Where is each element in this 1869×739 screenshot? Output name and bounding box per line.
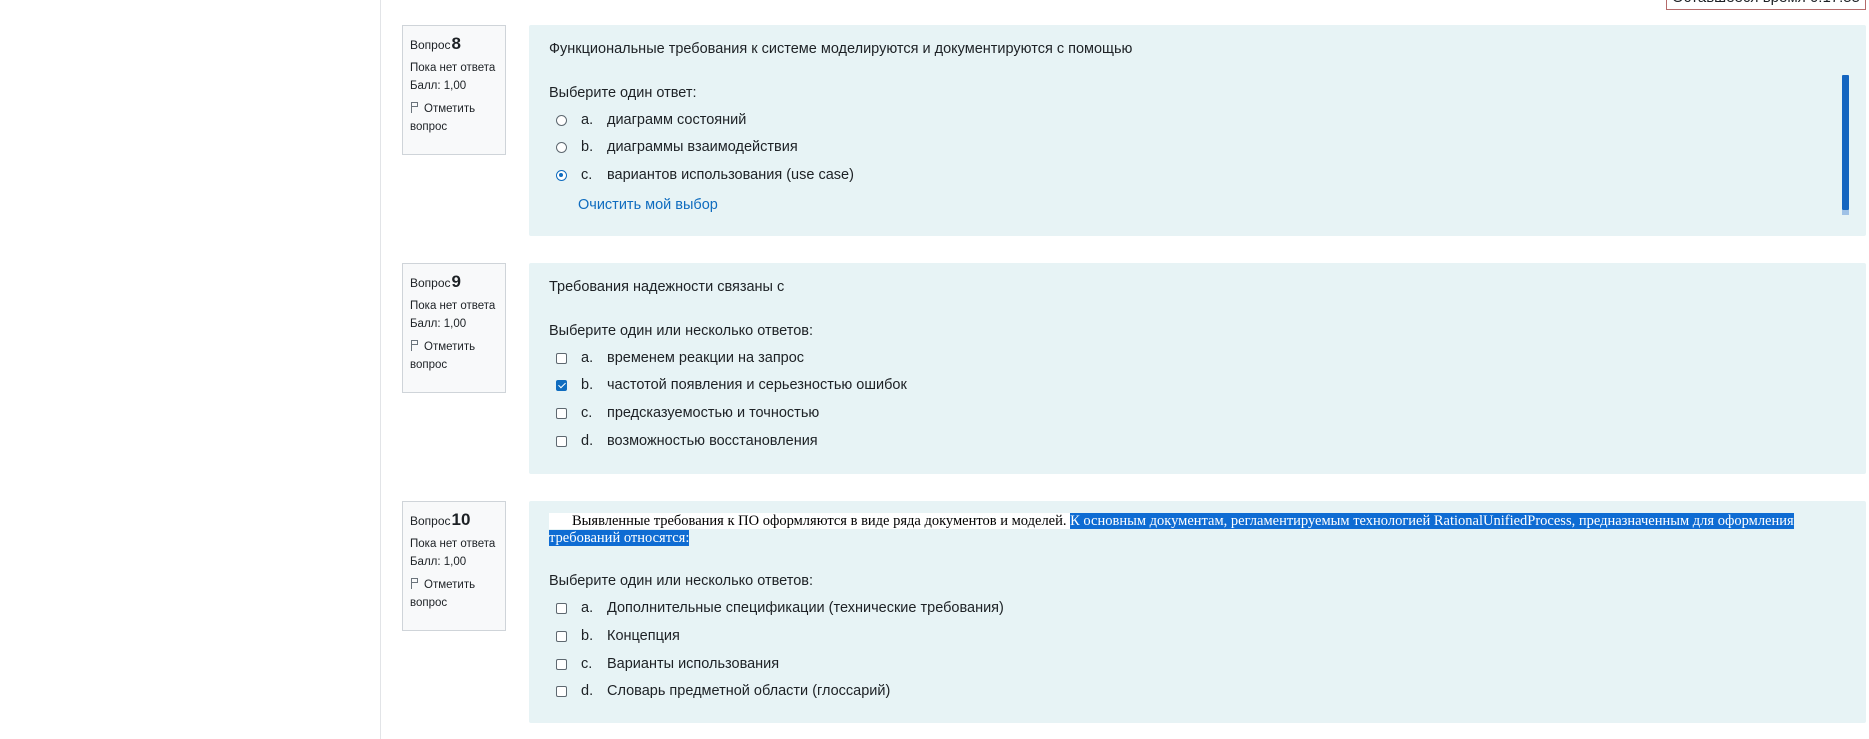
option-text: Варианты использования xyxy=(607,656,780,672)
question-text-plain: Выявленные требования к ПО оформляются в… xyxy=(549,513,1071,529)
option-text: частотой появления и серьезностью ошибок xyxy=(607,377,907,393)
option-text: диаграмм состояний xyxy=(607,112,747,128)
question-state: Пока нет ответа xyxy=(410,300,496,312)
flag-label-2: вопрос xyxy=(410,121,448,133)
option-text: возможностью восстановления xyxy=(607,433,818,449)
question-text: Требования надежности связаны с xyxy=(549,279,785,295)
question-number: Вопрос9 xyxy=(410,272,498,294)
flag-label: Отметить xyxy=(424,341,476,353)
checkbox[interactable] xyxy=(556,435,567,447)
answer-option[interactable]: a. временем реакции на запрос xyxy=(556,347,804,369)
question-label: Вопрос xyxy=(410,276,451,290)
flag-question-button[interactable]: Отметить вопрос xyxy=(410,576,498,612)
answer-option[interactable]: c. предсказуемостью и точностью xyxy=(556,402,819,424)
answer-option[interactable]: c. Варианты использования xyxy=(556,653,779,675)
checkbox[interactable] xyxy=(556,630,567,642)
checkbox[interactable] xyxy=(556,407,567,419)
option-letter: a. xyxy=(581,112,594,128)
answer-option[interactable]: c. вариантов использования (use case) xyxy=(556,164,854,186)
question-number: Вопрос10 xyxy=(410,510,498,532)
checkbox[interactable] xyxy=(556,658,567,670)
question-label: Вопрос xyxy=(410,514,451,528)
checkbox-checked[interactable] xyxy=(556,379,567,391)
question-number-value: 10 xyxy=(451,510,471,529)
flag-label: Отметить xyxy=(424,103,476,115)
flag-icon xyxy=(410,102,420,113)
scrollbar-track[interactable] xyxy=(1842,210,1849,215)
radio-button-selected[interactable] xyxy=(556,169,567,181)
flag-label-2: вопрос xyxy=(410,359,448,371)
left-divider xyxy=(380,0,381,739)
question-9: Вопрос9 Пока нет ответа Балл: 1,00 Отмет… xyxy=(402,263,1866,474)
flag-icon xyxy=(410,578,420,589)
radio-button[interactable] xyxy=(556,141,567,153)
answer-option[interactable]: b. Концепция xyxy=(556,625,680,647)
option-letter: d. xyxy=(581,683,594,699)
question-text: Функциональные требования к системе моде… xyxy=(549,41,1133,57)
option-text: диаграммы взаимодействия xyxy=(607,139,798,155)
scrollbar-thumb[interactable] xyxy=(1842,75,1849,210)
question-grade: Балл: 1,00 xyxy=(410,318,467,330)
time-remaining: Оставшееся время 0:17:55 xyxy=(1666,0,1866,10)
checkbox[interactable] xyxy=(556,602,567,614)
question-content: Функциональные требования к системе моде… xyxy=(529,25,1866,236)
option-letter: b. xyxy=(581,139,594,155)
option-letter: c. xyxy=(581,405,593,421)
flag-icon xyxy=(410,340,420,351)
option-text: вариантов использования (use case) xyxy=(607,167,854,183)
answer-option[interactable]: a. диаграмм состояний xyxy=(556,109,746,131)
question-number-value: 8 xyxy=(451,34,461,53)
question-state: Пока нет ответа xyxy=(410,62,496,74)
question-text: Выявленные требования к ПО оформляются в… xyxy=(549,513,1866,547)
question-8: Вопрос8 Пока нет ответа Балл: 1,00 Отмет… xyxy=(402,25,1866,236)
checkbox[interactable] xyxy=(556,352,567,364)
flag-question-button[interactable]: Отметить вопрос xyxy=(410,338,498,374)
question-info: Вопрос8 Пока нет ответа Балл: 1,00 Отмет… xyxy=(402,25,506,155)
option-letter: a. xyxy=(581,600,594,616)
option-letter: c. xyxy=(581,167,593,183)
answer-option[interactable]: b. диаграммы взаимодействия xyxy=(556,136,798,158)
answer-prompt: Выберите один ответ: xyxy=(549,85,697,101)
option-text: временем реакции на запрос xyxy=(607,350,805,366)
question-info: Вопрос10 Пока нет ответа Балл: 1,00 Отме… xyxy=(402,501,506,631)
checkbox[interactable] xyxy=(556,685,567,697)
question-grade: Балл: 1,00 xyxy=(410,80,467,92)
question-content: Требования надежности связаны с Выберите… xyxy=(529,263,1866,474)
question-number: Вопрос8 xyxy=(410,34,498,56)
option-letter: a. xyxy=(581,350,594,366)
question-info: Вопрос9 Пока нет ответа Балл: 1,00 Отмет… xyxy=(402,263,506,393)
question-number-value: 9 xyxy=(451,272,461,291)
option-letter: d. xyxy=(581,433,594,449)
flag-label-2: вопрос xyxy=(410,597,448,609)
answer-option[interactable]: d. Словарь предметной области (глоссарий… xyxy=(556,680,890,702)
quiz-page: Оставшееся время 0:17:55 Вопрос8 Пока не… xyxy=(0,0,1869,739)
answer-prompt: Выберите один или несколько ответов: xyxy=(549,323,814,339)
answer-option[interactable]: b. частотой появления и серьезностью оши… xyxy=(556,374,907,396)
clear-choice-link[interactable]: Очистить мой выбор xyxy=(578,197,718,213)
question-grade: Балл: 1,00 xyxy=(410,556,467,568)
option-letter: c. xyxy=(581,656,593,672)
question-state: Пока нет ответа xyxy=(410,538,496,550)
question-label: Вопрос xyxy=(410,38,451,52)
question-content: Выявленные требования к ПО оформляются в… xyxy=(529,501,1866,723)
option-text: Словарь предметной области (глоссарий) xyxy=(607,683,891,699)
question-10: Вопрос10 Пока нет ответа Балл: 1,00 Отме… xyxy=(402,501,1866,723)
radio-button[interactable] xyxy=(556,114,567,126)
flag-label: Отметить xyxy=(424,579,476,591)
option-letter: b. xyxy=(581,377,594,393)
answer-option[interactable]: d. возможностью восстановления xyxy=(556,430,818,452)
option-letter: b. xyxy=(581,628,594,644)
answer-prompt: Выберите один или несколько ответов: xyxy=(549,573,814,589)
answer-option[interactable]: a. Дополнительные спецификации (техничес… xyxy=(556,597,1004,619)
option-text: Концепция xyxy=(607,628,680,644)
option-text: Дополнительные спецификации (технические… xyxy=(607,600,1004,616)
option-text: предсказуемостью и точностью xyxy=(607,405,820,421)
flag-question-button[interactable]: Отметить вопрос xyxy=(410,100,498,136)
